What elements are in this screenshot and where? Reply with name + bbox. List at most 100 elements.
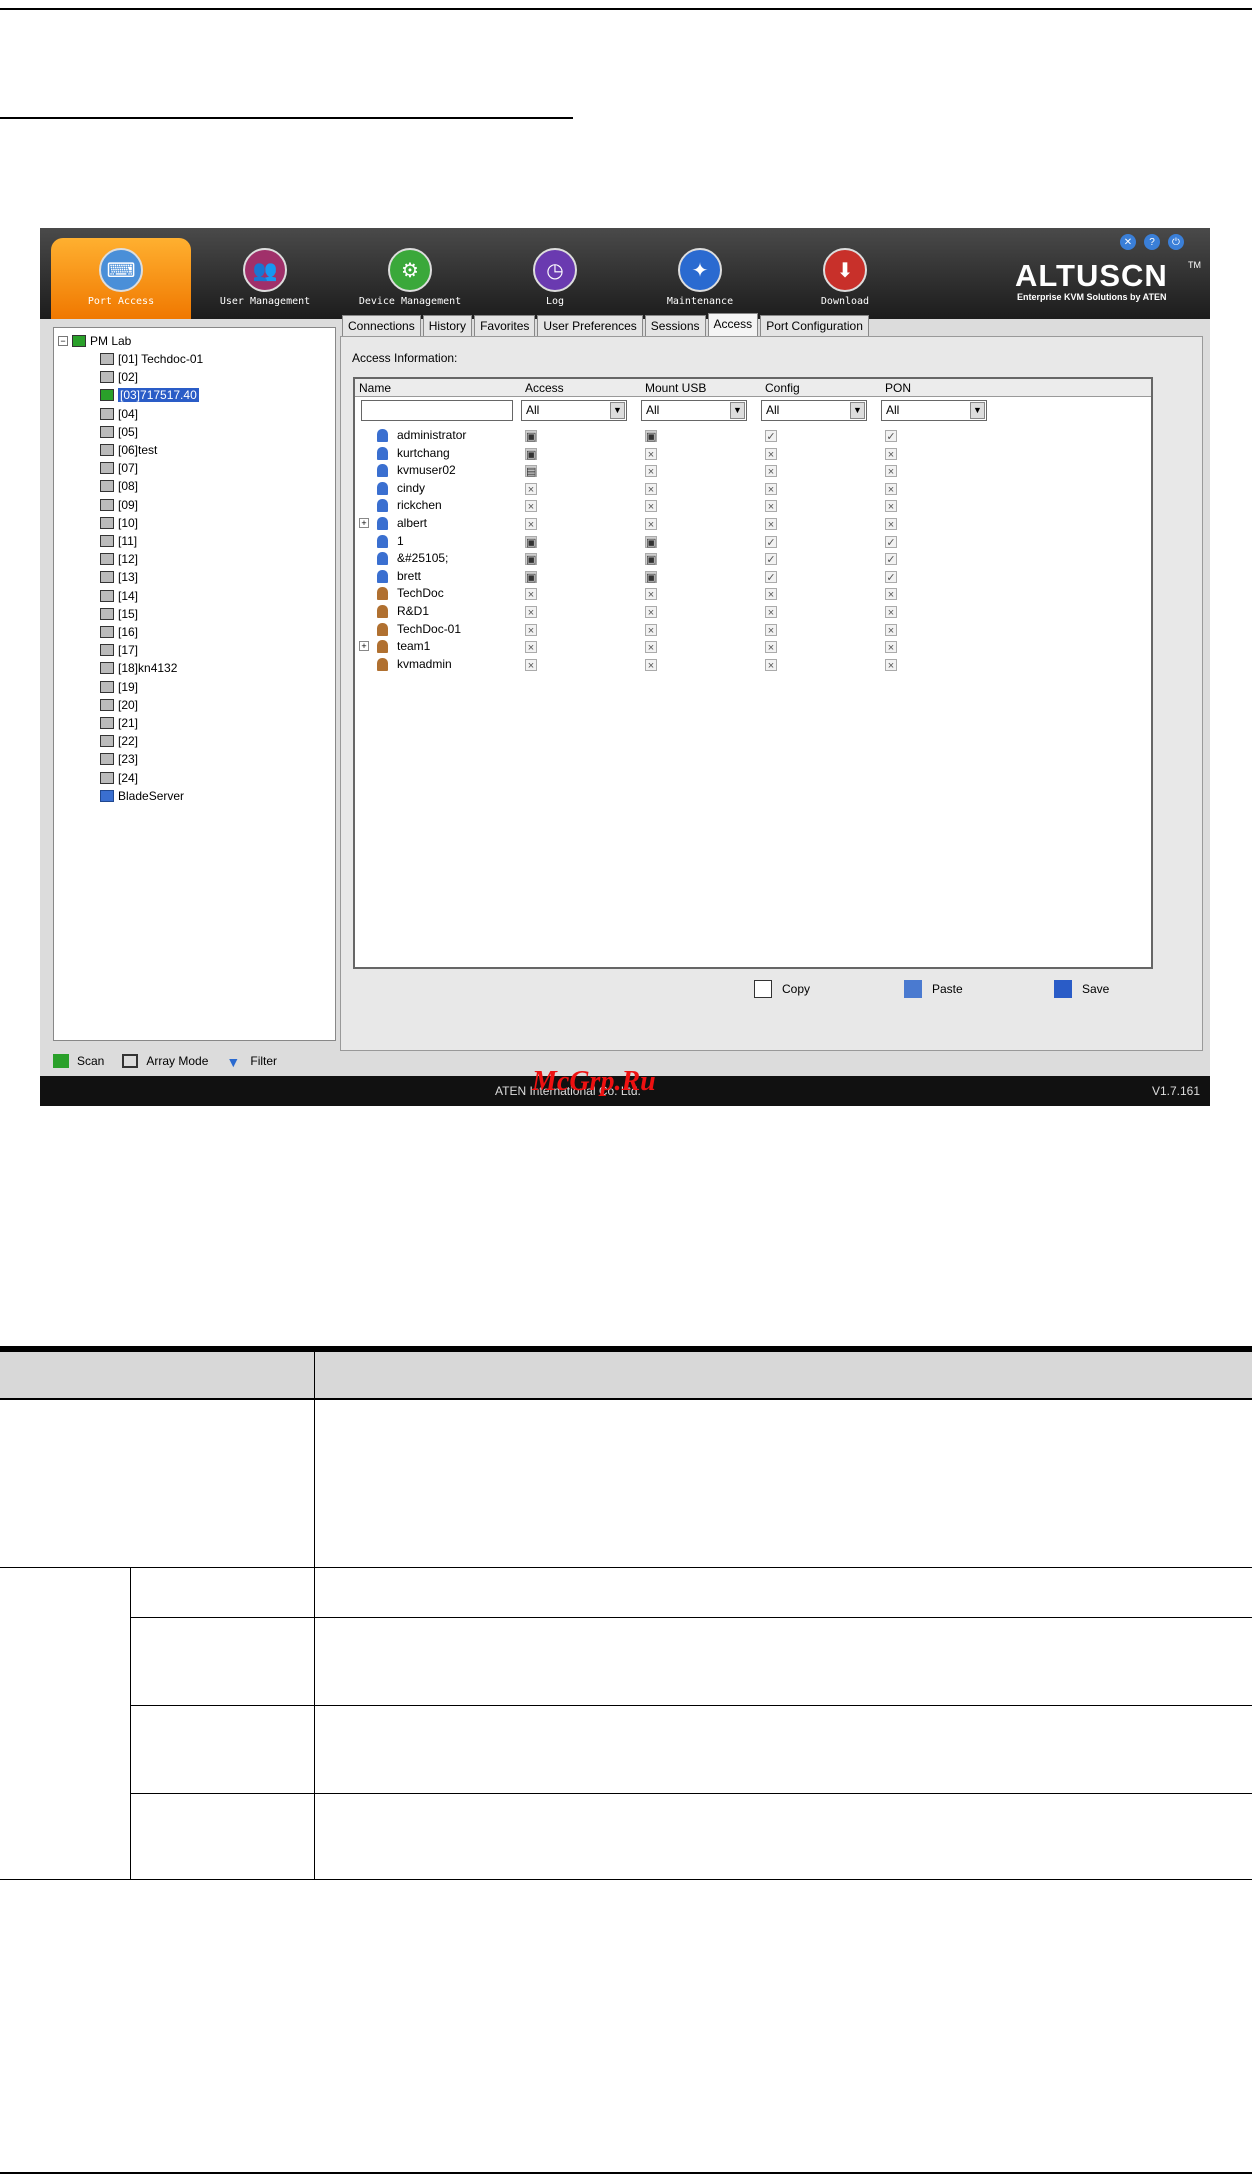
config-permission-icon[interactable]: × (765, 500, 777, 513)
column-header-mount-usb[interactable]: Mount USB (645, 381, 706, 395)
user-row[interactable]: kurtchang ▣ × × × (355, 445, 1151, 463)
access-permission-icon[interactable]: × (525, 623, 537, 637)
filter-button[interactable]: ▼ Filter (226, 1054, 277, 1070)
pon-permission-icon[interactable]: × (885, 518, 897, 531)
usb-permission-icon[interactable]: × (645, 658, 657, 672)
save-button[interactable]: Save (1054, 980, 1109, 998)
usb-permission-icon[interactable]: × (645, 641, 657, 654)
user-row[interactable]: &#25105; ▣ ▣ ✓ ✓ (355, 550, 1151, 568)
usb-permission-icon[interactable]: × (645, 588, 657, 601)
pon-permission-icon[interactable]: × (885, 482, 897, 496)
user-row[interactable]: kvmuser02 ▤ × × × (355, 462, 1151, 480)
user-row[interactable]: kvmadmin × × × × (355, 656, 1151, 674)
pon-permission-icon[interactable]: ✓ (885, 553, 897, 566)
pon-permission-icon[interactable]: × (885, 447, 897, 461)
chevron-down-icon[interactable]: ▼ (970, 402, 985, 419)
config-permission-icon[interactable]: × (765, 518, 777, 531)
user-row[interactable]: TechDoc × × × × (355, 585, 1151, 603)
tree-port-item[interactable]: [05] (100, 423, 138, 441)
access-permission-icon[interactable]: ▣ (525, 553, 537, 566)
column-header-config[interactable]: Config (765, 381, 800, 395)
usb-permission-icon[interactable]: × (645, 482, 657, 496)
user-row[interactable]: + team1 × × × × (355, 638, 1151, 656)
nav-log[interactable]: ◷ Log (485, 238, 625, 319)
tree-port-item[interactable]: [24] (100, 769, 138, 787)
paste-button[interactable]: Paste (904, 980, 963, 998)
tree-port-item[interactable]: [06]test (100, 441, 157, 459)
config-filter-select[interactable]: All ▼ (761, 400, 867, 421)
nav-maintenance[interactable]: ✦ Maintenance (630, 238, 770, 319)
pon-permission-icon[interactable]: ✓ (885, 535, 897, 549)
user-row[interactable]: brett ▣ ▣ ✓ ✓ (355, 568, 1151, 586)
config-permission-icon[interactable]: × (765, 623, 777, 637)
tree-port-item[interactable]: [09] (100, 496, 138, 514)
tree-port-item[interactable]: [07] (100, 459, 138, 477)
tree-port-item[interactable]: [20] (100, 696, 138, 714)
tab-port-configuration[interactable]: Port Configuration (760, 315, 869, 336)
tree-port-item[interactable]: [19] (100, 678, 138, 696)
collapse-icon[interactable]: − (58, 336, 68, 346)
pon-permission-icon[interactable]: × (885, 658, 897, 672)
access-permission-icon[interactable]: ▣ (525, 447, 537, 461)
pon-permission-icon[interactable]: ✓ (885, 570, 897, 584)
usb-permission-icon[interactable]: × (645, 500, 657, 513)
tree-port-item[interactable]: [08] (100, 477, 138, 495)
user-row[interactable]: rickchen × × × × (355, 497, 1151, 515)
logout-icon[interactable]: ⏻ (1168, 234, 1184, 250)
usb-permission-icon[interactable]: × (645, 623, 657, 637)
tree-port-item[interactable]: [17] (100, 641, 138, 659)
nav-device-management[interactable]: ⚙ Device Management (340, 238, 480, 319)
tree-port-item[interactable]: [10] (100, 514, 138, 532)
access-permission-icon[interactable]: × (525, 606, 537, 619)
chevron-down-icon[interactable]: ▼ (730, 402, 745, 419)
tab-history[interactable]: History (422, 315, 473, 336)
nav-port-access[interactable]: ⌨ Port Access (51, 238, 191, 319)
user-row[interactable]: TechDoc-01 × × × × (355, 621, 1151, 639)
access-permission-icon[interactable]: × (525, 588, 537, 601)
nav-download[interactable]: ⬇ Download (775, 238, 915, 319)
chevron-down-icon[interactable]: ▼ (850, 402, 865, 419)
close-icon[interactable]: ✕ (1120, 234, 1136, 250)
column-header-pon[interactable]: PON (885, 381, 911, 395)
user-row[interactable]: 1 ▣ ▣ ✓ ✓ (355, 533, 1151, 551)
array-mode-button[interactable]: Array Mode (122, 1054, 208, 1068)
copy-button[interactable]: Copy (754, 980, 810, 998)
config-permission-icon[interactable]: ✓ (765, 553, 777, 566)
tab-access[interactable]: Access (707, 313, 759, 336)
pon-permission-icon[interactable]: × (885, 465, 897, 478)
config-permission-icon[interactable]: × (765, 606, 777, 619)
usb-permission-icon[interactable]: × (645, 606, 657, 619)
tree-port-item[interactable]: [12] (100, 550, 138, 568)
name-filter-input[interactable] (361, 400, 513, 421)
tree-port-item[interactable]: [21] (100, 714, 138, 732)
access-permission-icon[interactable]: × (525, 518, 537, 531)
pon-permission-icon[interactable]: × (885, 606, 897, 619)
tree-port-item[interactable]: [22] (100, 732, 138, 750)
tree-port-item[interactable]: [04] (100, 405, 138, 423)
tree-port-item[interactable]: [23] (100, 750, 138, 768)
access-permission-icon[interactable]: ▤ (525, 465, 537, 478)
tab-sessions[interactable]: Sessions (644, 315, 706, 336)
tree-port-item[interactable]: [03]717517.40 (100, 386, 199, 404)
pon-permission-icon[interactable]: × (885, 500, 897, 513)
expand-icon[interactable]: + (359, 518, 369, 528)
usb-permission-icon[interactable]: ▣ (645, 430, 657, 443)
access-filter-select[interactable]: All ▼ (521, 400, 627, 421)
access-permission-icon[interactable]: × (525, 641, 537, 654)
user-row[interactable]: + albert × × × × (355, 515, 1151, 533)
config-permission-icon[interactable]: × (765, 482, 777, 496)
help-icon[interactable]: ? (1144, 234, 1160, 250)
user-row[interactable]: cindy × × × × (355, 480, 1151, 498)
tree-blade-server-item[interactable]: BladeServer (100, 787, 184, 805)
chevron-down-icon[interactable]: ▼ (610, 402, 625, 419)
tree-port-item[interactable]: [16] (100, 623, 138, 641)
config-permission-icon[interactable]: × (765, 658, 777, 672)
tree-port-item[interactable]: [14] (100, 587, 138, 605)
config-permission-icon[interactable]: × (765, 641, 777, 654)
user-row[interactable]: R&D1 × × × × (355, 603, 1151, 621)
usb-permission-icon[interactable]: × (645, 447, 657, 461)
access-permission-icon[interactable]: × (525, 658, 537, 672)
config-permission-icon[interactable]: ✓ (765, 570, 777, 584)
tree-port-item[interactable]: [13] (100, 568, 138, 586)
expand-icon[interactable]: + (359, 641, 369, 652)
